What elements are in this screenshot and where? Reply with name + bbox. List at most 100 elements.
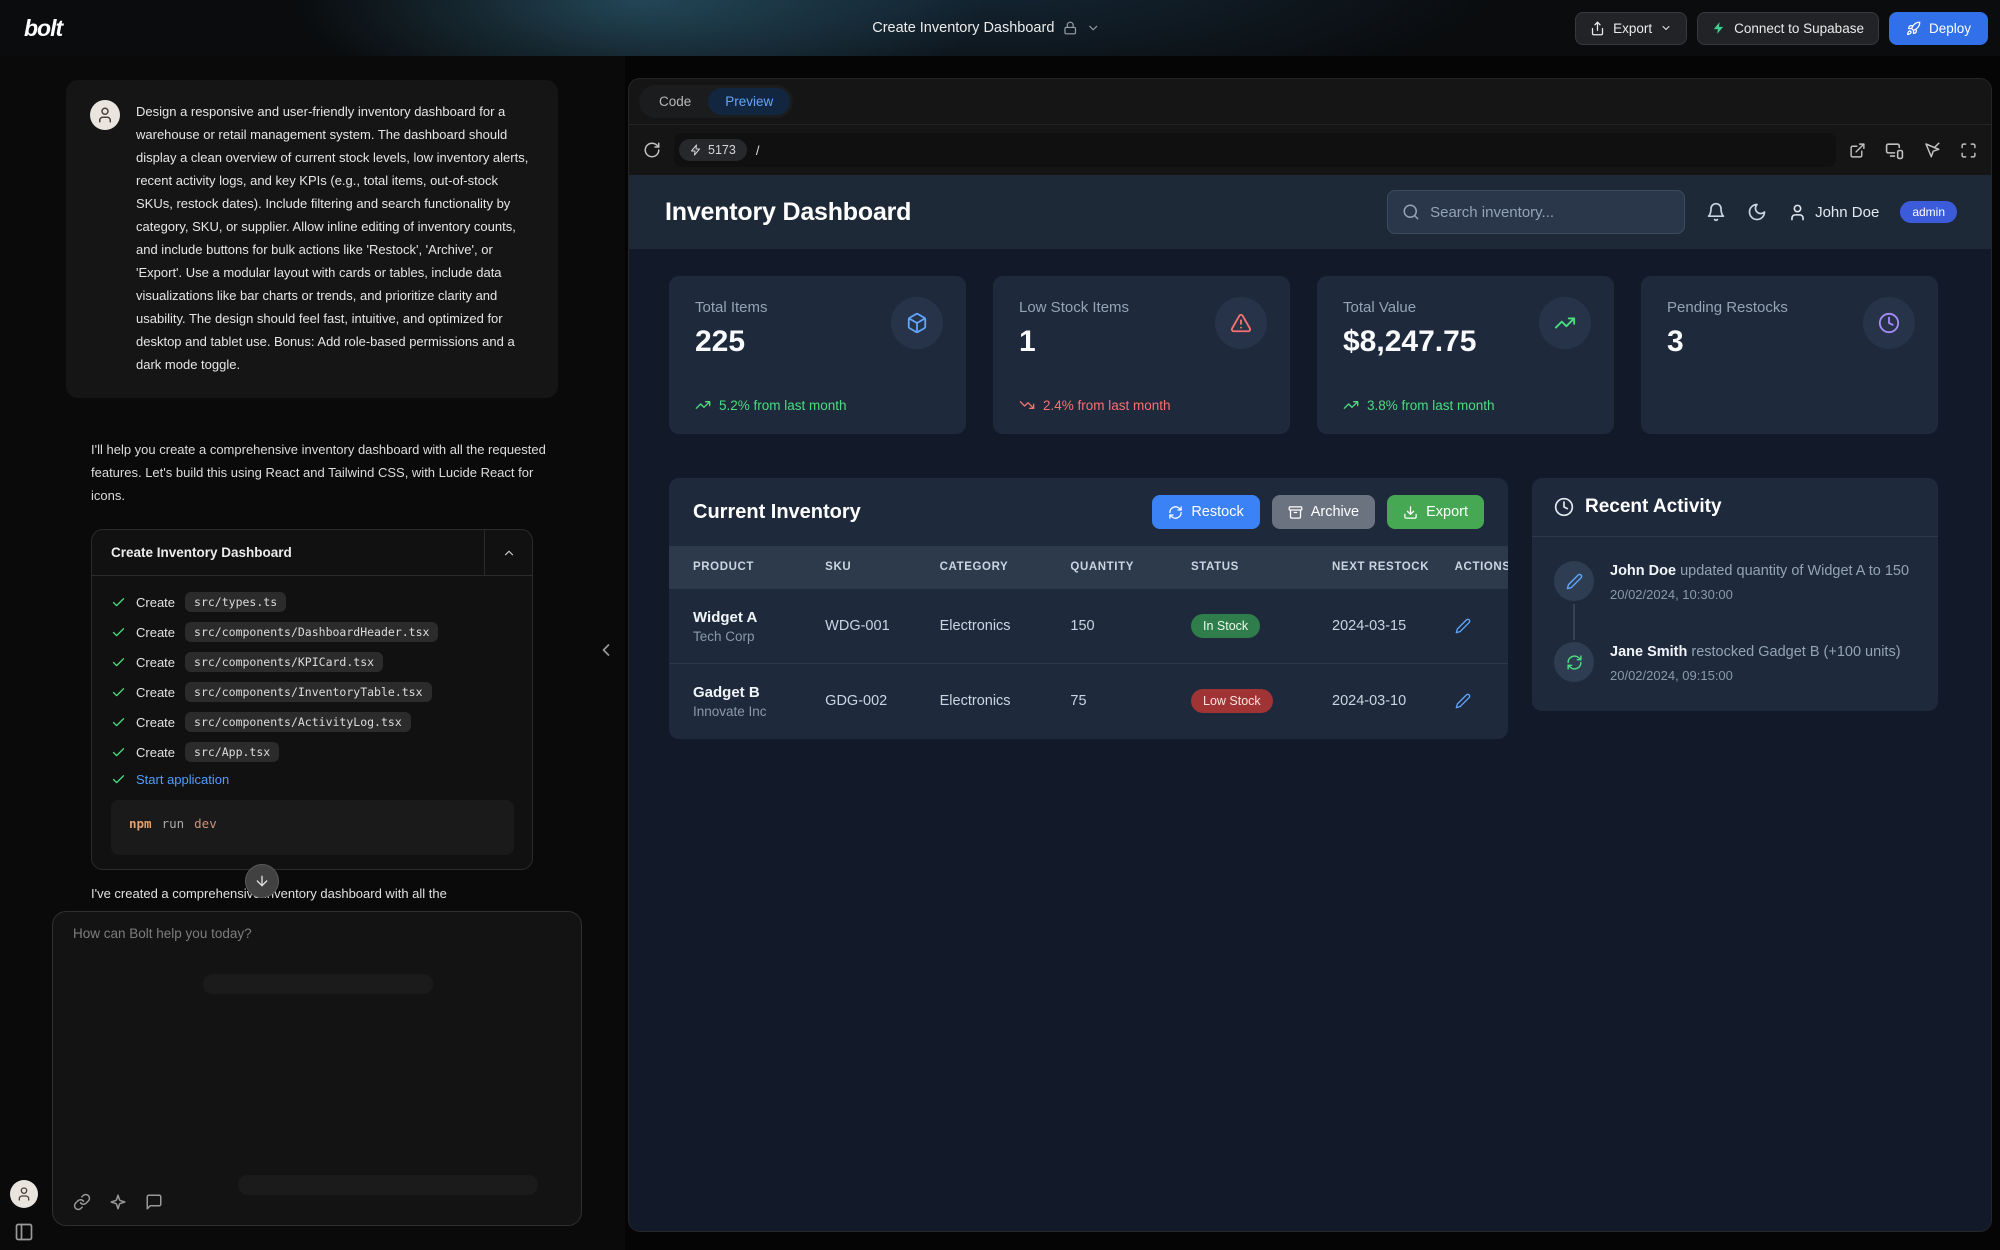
collapse-button[interactable] <box>484 530 532 575</box>
file-path-chip[interactable]: src/components/InventoryTable.tsx <box>185 682 431 702</box>
collapse-panel-chevron[interactable] <box>596 640 616 660</box>
notifications-bell-icon[interactable] <box>1706 202 1726 222</box>
table-row: Widget A Tech Corp WDG-001 Electronics 1… <box>669 589 1508 664</box>
check-icon <box>111 625 126 640</box>
product-supplier: Innovate Inc <box>693 704 809 719</box>
status-badge: In Stock <box>1191 614 1260 638</box>
scroll-to-bottom-button[interactable] <box>245 864 279 898</box>
user-icon <box>1788 203 1807 222</box>
preview-toolbar-icons <box>1849 141 1977 160</box>
package-icon <box>891 297 943 349</box>
inspector-cursor-icon[interactable] <box>1923 141 1941 159</box>
check-icon <box>111 772 126 787</box>
file-path-chip[interactable]: src/components/ActivityLog.tsx <box>185 712 411 732</box>
start-application-link[interactable]: Start application <box>136 772 229 787</box>
edit-pencil-icon[interactable] <box>1455 693 1500 709</box>
url-field[interactable]: 5173 / <box>674 133 1836 167</box>
kpi-change: 3.8% from last month <box>1343 397 1495 413</box>
kpi-change: 5.2% from last month <box>695 397 847 413</box>
start-application-step: Start application <box>111 772 514 787</box>
port-pill[interactable]: 5173 <box>679 139 747 161</box>
user-message: Design a responsive and user-friendly in… <box>66 80 558 398</box>
export-inventory-button[interactable]: Export <box>1387 495 1484 529</box>
kpi-change-text: 2.4% from last month <box>1043 398 1171 413</box>
file-path-chip[interactable]: src/components/DashboardHeader.tsx <box>185 622 438 642</box>
command-token: npm <box>129 816 152 831</box>
restock-button[interactable]: Restock <box>1152 495 1259 529</box>
search-input[interactable] <box>1430 204 1670 221</box>
refresh-icon <box>1168 505 1183 520</box>
enhance-prompt-icon[interactable] <box>109 1193 127 1211</box>
inventory-header: Current Inventory Restock Archive <box>669 478 1508 546</box>
step-action: Create <box>136 685 175 700</box>
archive-button[interactable]: Archive <box>1272 495 1375 529</box>
user-menu[interactable]: John Doe <box>1788 203 1879 222</box>
trending-down-icon <box>1019 397 1035 413</box>
activity-item: Jane Smithrestocked Gadget B (+100 units… <box>1554 642 1916 683</box>
product-quantity[interactable]: 75 <box>1062 664 1183 739</box>
chevron-down-icon <box>1086 21 1100 35</box>
chat-input[interactable] <box>73 926 561 966</box>
command-token: dev <box>194 816 217 831</box>
work-plan-card: Create Inventory Dashboard Create src/ty… <box>91 529 533 870</box>
step-action: Create <box>136 595 175 610</box>
share-icon <box>1590 21 1605 36</box>
reload-icon[interactable] <box>643 141 661 159</box>
deploy-button[interactable]: Deploy <box>1889 12 1988 45</box>
lock-icon <box>1063 21 1077 35</box>
search-icon <box>1402 203 1420 221</box>
product-quantity[interactable]: 150 <box>1062 589 1183 664</box>
open-external-icon[interactable] <box>1849 142 1866 159</box>
inventory-search[interactable] <box>1387 190 1685 234</box>
deploy-label: Deploy <box>1929 21 1971 36</box>
chat-input-box[interactable] <box>52 911 582 1226</box>
col-category: CATEGORY <box>932 546 1063 589</box>
connect-supabase-button[interactable]: Connect to Supabase <box>1697 12 1879 45</box>
port-number: 5173 <box>708 143 736 157</box>
check-icon <box>111 715 126 730</box>
terminal-command: npmrundev <box>111 800 514 855</box>
editor-tabs-row: Code Preview <box>629 79 1991 125</box>
table-row: Gadget B Innovate Inc GDG-002 Electronic… <box>669 664 1508 739</box>
preview-url-bar: 5173 / <box>629 125 1991 175</box>
export-button[interactable]: Export <box>1575 12 1687 45</box>
product-name: Gadget B <box>693 684 809 701</box>
status-badge: Low Stock <box>1191 689 1273 713</box>
kpi-card-pending-restocks: Pending Restocks 3 <box>1641 276 1938 434</box>
chat-mode-icon[interactable] <box>145 1193 163 1211</box>
attach-link-icon[interactable] <box>73 1193 91 1211</box>
command-token: run <box>162 816 185 831</box>
file-path-chip[interactable]: src/types.ts <box>185 592 286 612</box>
recent-activity-card: Recent Activity John Doeupdated quantity… <box>1532 478 1938 711</box>
rocket-icon <box>1906 21 1921 36</box>
file-step: Create src/components/DashboardHeader.ts… <box>111 622 514 642</box>
sidebar-toggle-icon[interactable] <box>14 1222 34 1242</box>
col-next-restock: NEXT RESTOCK <box>1324 546 1447 589</box>
file-path-chip[interactable]: src/App.tsx <box>185 742 279 762</box>
fullscreen-icon[interactable] <box>1960 142 1977 159</box>
app-header-actions: John Doe admin <box>1387 190 1957 234</box>
col-actions: ACTIONS <box>1447 546 1508 589</box>
activity-user: Jane Smith <box>1610 644 1687 660</box>
trending-up-icon <box>1343 397 1359 413</box>
tab-preview[interactable]: Preview <box>708 88 790 115</box>
dark-mode-toggle-icon[interactable] <box>1747 202 1767 222</box>
responsive-devices-icon[interactable] <box>1885 141 1904 160</box>
file-step: Create src/components/ActivityLog.tsx <box>111 712 514 732</box>
project-title-menu[interactable]: Create Inventory Dashboard <box>872 0 1100 56</box>
app-preview: Inventory Dashboard John Doe admin Total… <box>629 175 1991 1231</box>
file-step: Create src/components/KPICard.tsx <box>111 652 514 672</box>
product-category: Electronics <box>932 589 1063 664</box>
product-category: Electronics <box>932 664 1063 739</box>
step-action: Create <box>136 715 175 730</box>
file-path-chip[interactable]: src/components/KPICard.tsx <box>185 652 383 672</box>
inventory-title: Current Inventory <box>693 501 861 524</box>
product-sku: GDG-002 <box>817 664 931 739</box>
tab-code[interactable]: Code <box>642 88 708 115</box>
edit-pencil-icon[interactable] <box>1455 618 1500 634</box>
main-row: Current Inventory Restock Archive <box>669 478 1938 739</box>
next-restock-date: 2024-03-10 <box>1324 664 1447 739</box>
kpi-card-low-stock: Low Stock Items 1 2.4% from last month <box>993 276 1290 434</box>
file-step: Create src/components/InventoryTable.tsx <box>111 682 514 702</box>
account-avatar[interactable] <box>10 1180 38 1208</box>
